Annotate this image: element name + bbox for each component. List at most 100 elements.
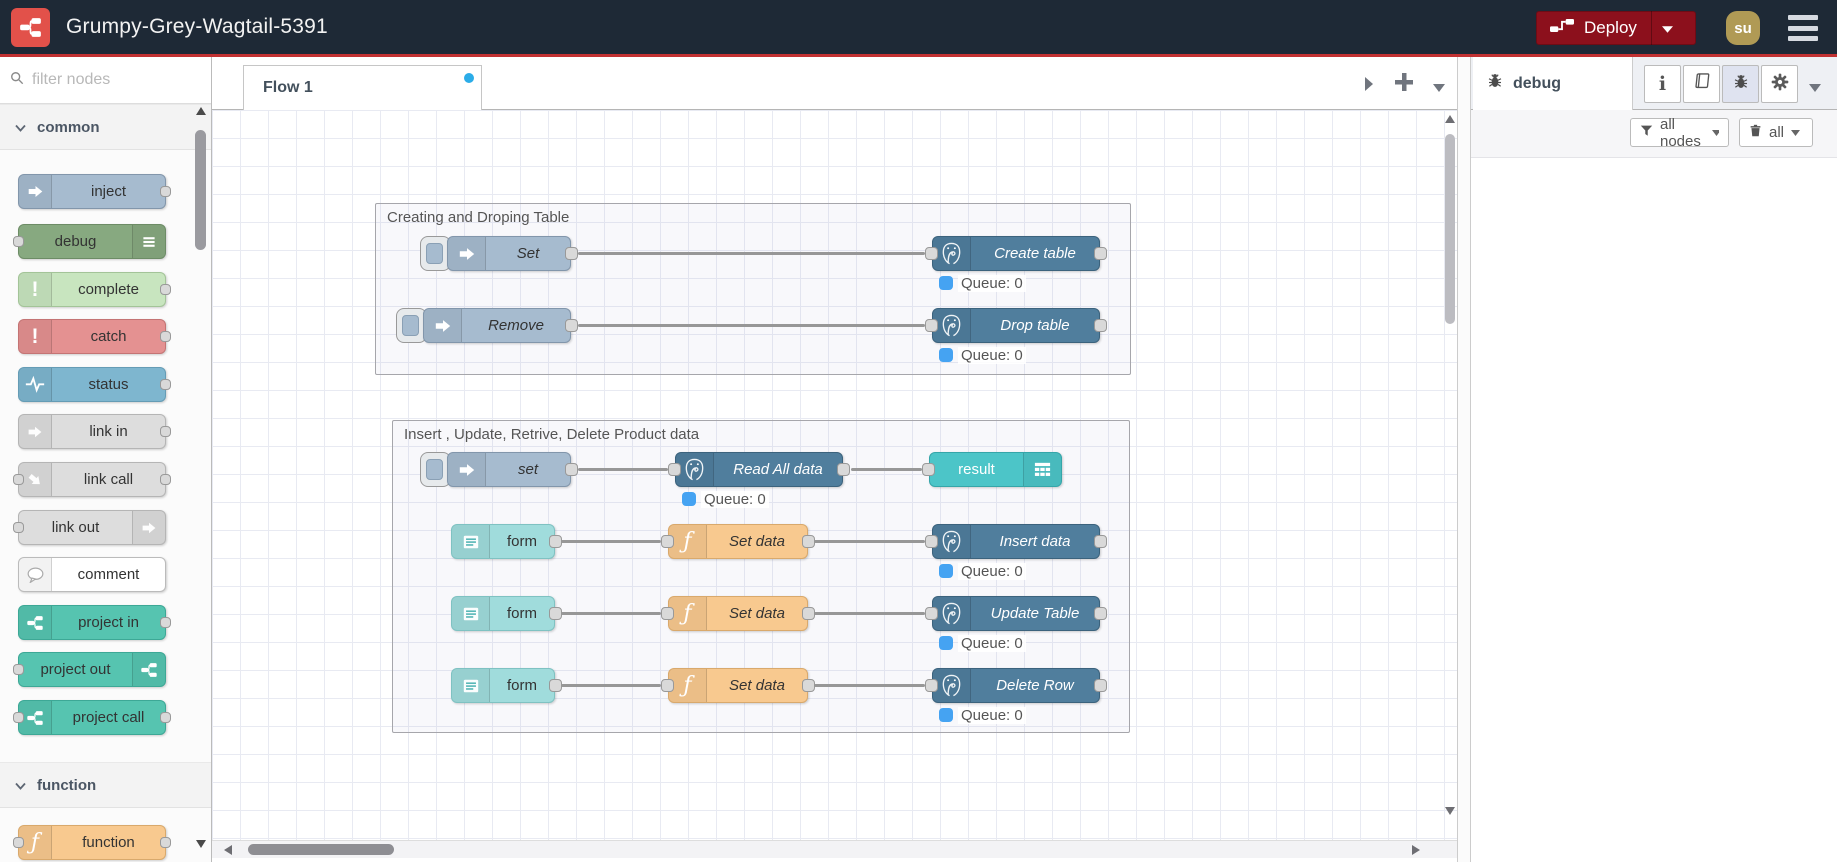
- palette-node-project-out[interactable]: project out: [13, 652, 166, 687]
- canvas-vscrollbar-thumb[interactable]: [1445, 134, 1455, 324]
- input-port[interactable]: [925, 679, 938, 692]
- palette-node-project-in[interactable]: project in: [18, 605, 171, 640]
- canvas-scroll-up-arrow[interactable]: [1445, 115, 1455, 123]
- palette-scroll-down-arrow[interactable]: [196, 840, 206, 848]
- palette-search-input[interactable]: [32, 71, 182, 89]
- palette-node-complete[interactable]: ! complete: [18, 272, 171, 307]
- node-inject-set-lower[interactable]: set: [447, 452, 578, 487]
- input-port[interactable]: [661, 679, 674, 692]
- palette-scroll-up-arrow[interactable]: [196, 107, 206, 115]
- output-port[interactable]: [1094, 535, 1107, 548]
- palette-node-project-call[interactable]: project call: [13, 700, 171, 735]
- output-port[interactable]: [160, 186, 171, 197]
- debug-clear-button[interactable]: all: [1739, 118, 1813, 147]
- output-port[interactable]: [160, 426, 171, 437]
- main-menu-button[interactable]: [1788, 15, 1818, 41]
- output-port[interactable]: [160, 474, 171, 485]
- input-port[interactable]: [13, 474, 24, 485]
- input-port[interactable]: [925, 535, 938, 548]
- palette-search[interactable]: [0, 57, 211, 104]
- tab-scroll-right-icon[interactable]: [1364, 77, 1374, 96]
- canvas-hscrollbar-thumb[interactable]: [248, 844, 394, 855]
- node-debug-result[interactable]: result: [922, 452, 1062, 487]
- palette-category-function[interactable]: function: [0, 762, 211, 808]
- palette-node-debug[interactable]: debug: [13, 224, 166, 259]
- output-port[interactable]: [1094, 247, 1107, 260]
- palette-node-comment[interactable]: comment: [18, 557, 166, 592]
- debug-filter-button[interactable]: all nodes: [1630, 116, 1729, 150]
- deploy-button[interactable]: Deploy: [1536, 11, 1696, 45]
- sidebar-menu-caret-icon[interactable]: [1809, 79, 1821, 97]
- node-function-set-data[interactable]: ƒ Set data: [661, 524, 815, 559]
- input-port[interactable]: [922, 463, 935, 476]
- input-port[interactable]: [668, 463, 681, 476]
- node-postgres-delete-row[interactable]: Delete Row: [925, 668, 1107, 703]
- output-port[interactable]: [565, 247, 578, 260]
- output-port[interactable]: [565, 463, 578, 476]
- node-form[interactable]: form: [451, 596, 562, 631]
- palette-node-link-in[interactable]: link in: [18, 414, 171, 449]
- input-port[interactable]: [13, 522, 24, 533]
- output-port[interactable]: [1094, 679, 1107, 692]
- palette-node-inject[interactable]: inject: [18, 174, 171, 209]
- add-flow-button[interactable]: [1393, 71, 1415, 98]
- flow-canvas[interactable]: Creating and Droping Table Set Create ta…: [212, 110, 1457, 840]
- canvas-scroll-right-arrow[interactable]: [1412, 845, 1420, 855]
- node-postgres-insert-data[interactable]: Insert data: [925, 524, 1107, 559]
- help-panel-button[interactable]: [1683, 65, 1720, 103]
- deploy-options-caret-icon[interactable]: [1661, 18, 1673, 38]
- canvas-scroll-left-arrow[interactable]: [224, 845, 232, 855]
- palette-scrollbar-thumb[interactable]: [195, 130, 206, 250]
- output-port[interactable]: [565, 319, 578, 332]
- node-postgres-read-all-data[interactable]: Read All data: [668, 452, 850, 487]
- output-port[interactable]: [1094, 319, 1107, 332]
- input-port[interactable]: [13, 712, 24, 723]
- node-postgres-drop-table[interactable]: Drop table: [925, 308, 1107, 343]
- node-function-set-data[interactable]: ƒ Set data: [661, 668, 815, 703]
- flow-list-caret-icon[interactable]: [1433, 79, 1445, 97]
- sidebar-splitter[interactable]: [1457, 57, 1471, 862]
- output-port[interactable]: [160, 331, 171, 342]
- output-port[interactable]: [160, 712, 171, 723]
- tab-debug[interactable]: debug: [1473, 57, 1633, 110]
- input-port[interactable]: [925, 319, 938, 332]
- canvas-scroll-down-arrow[interactable]: [1445, 807, 1455, 815]
- node-postgres-create-table[interactable]: Create table: [925, 236, 1107, 271]
- output-port[interactable]: [160, 284, 171, 295]
- input-port[interactable]: [13, 837, 24, 848]
- node-function-set-data[interactable]: ƒ Set data: [661, 596, 815, 631]
- debug-panel-button[interactable]: [1722, 65, 1759, 103]
- wire[interactable]: [578, 468, 668, 471]
- input-port[interactable]: [13, 664, 24, 675]
- input-port[interactable]: [661, 535, 674, 548]
- node-postgres-update-table[interactable]: Update Table: [925, 596, 1107, 631]
- wire[interactable]: [851, 468, 922, 471]
- palette-node-function[interactable]: ƒ function: [13, 825, 171, 860]
- palette-category-common[interactable]: common: [0, 104, 211, 150]
- output-port[interactable]: [160, 379, 171, 390]
- wire[interactable]: [561, 612, 661, 615]
- wire[interactable]: [814, 612, 925, 615]
- output-port[interactable]: [160, 837, 171, 848]
- input-port[interactable]: [661, 607, 674, 620]
- output-port[interactable]: [837, 463, 850, 476]
- wire[interactable]: [814, 684, 925, 687]
- wire[interactable]: [561, 540, 661, 543]
- palette-node-link-call[interactable]: link call: [13, 462, 171, 497]
- input-port[interactable]: [925, 247, 938, 260]
- output-port[interactable]: [1094, 607, 1107, 620]
- canvas-hscrollbar[interactable]: [212, 840, 1457, 858]
- wire[interactable]: [578, 324, 925, 327]
- node-inject-set[interactable]: Set: [447, 236, 578, 271]
- input-port[interactable]: [925, 607, 938, 620]
- wire[interactable]: [578, 252, 925, 255]
- palette-node-status[interactable]: status: [18, 367, 171, 402]
- info-panel-button[interactable]: i: [1644, 65, 1681, 103]
- config-nodes-button[interactable]: [1761, 65, 1798, 103]
- palette-node-catch[interactable]: ! catch: [18, 319, 171, 354]
- node-form[interactable]: form: [451, 524, 562, 559]
- output-port[interactable]: [160, 617, 171, 628]
- tab-flow-1[interactable]: Flow 1: [243, 65, 482, 110]
- node-form[interactable]: form: [451, 668, 562, 703]
- node-inject-remove[interactable]: Remove: [423, 308, 578, 343]
